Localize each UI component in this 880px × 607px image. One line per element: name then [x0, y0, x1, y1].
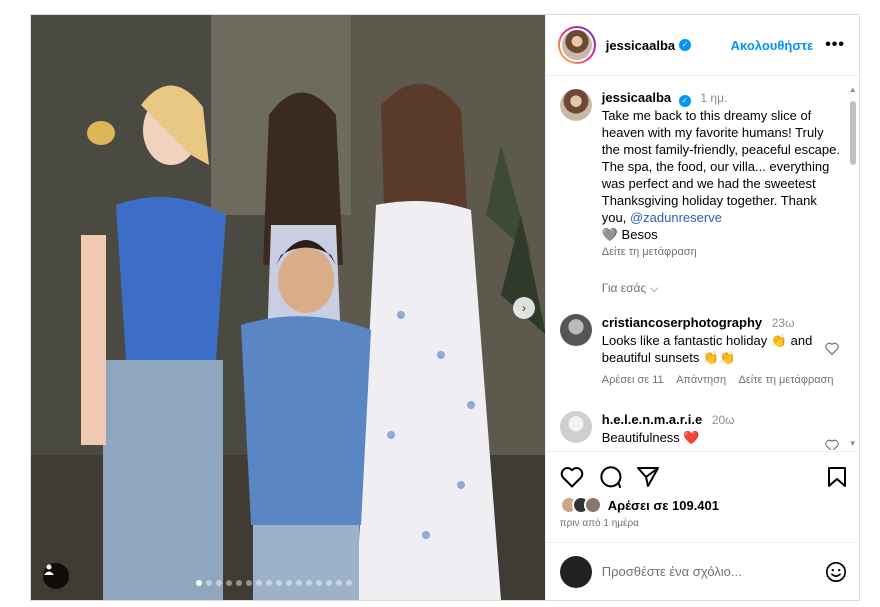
carousel-dot — [276, 580, 282, 586]
carousel-dot — [346, 580, 352, 586]
caption-translate-link[interactable]: Δείτε τη μετάφραση — [602, 244, 841, 261]
post-timestamp[interactable]: πριν από 1 ημέρα — [560, 518, 847, 529]
comment-text: Beautifulness ❤️ — [601, 430, 700, 445]
user-tag-icon — [44, 564, 54, 575]
verified-badge-icon: ✓ — [678, 95, 691, 107]
comment-input[interactable] — [601, 564, 825, 579]
comment-text: Looks like a fantastic holiday 👏 and bea… — [601, 333, 813, 365]
comment-avatar[interactable] — [559, 314, 592, 346]
comment-avatar[interactable] — [559, 411, 592, 443]
caption-text: Take me back to this dreamy slice of hea… — [601, 108, 840, 225]
caption-time[interactable]: 1 ημ. — [700, 91, 727, 105]
comment-username[interactable]: cristiancoserphotography — [602, 315, 762, 330]
verified-badge-icon: ✓ — [679, 39, 692, 51]
post-photo — [31, 15, 545, 600]
comment-item: cristiancoserphotography 23ω Looks like … — [546, 314, 861, 389]
liker-avatar — [583, 496, 602, 514]
likes-count[interactable]: Αρέσει σε 109.401 — [608, 498, 719, 513]
author-username[interactable]: jessicaalba — [606, 38, 675, 53]
post-header: jessicaalba ✓ Ακολουθήστε ••• — [545, 15, 859, 76]
carousel-dot — [326, 580, 332, 586]
comment-username[interactable]: h.e.l.e.n.m.a.r.i.e — [602, 412, 702, 427]
carousel-dot — [216, 580, 222, 586]
likes-summary[interactable]: Αρέσει σε 109.401 — [559, 496, 847, 514]
carousel-dot — [246, 580, 252, 586]
follow-button[interactable]: Ακολουθήστε — [731, 38, 814, 53]
carousel-dot — [316, 580, 322, 586]
post-actions: Αρέσει σε 109.401 πριν από 1 ημέρα — [545, 451, 861, 529]
add-comment-bar — [545, 542, 861, 600]
caption-end: 🩶 Besos — [601, 227, 658, 242]
carousel-dot — [256, 580, 262, 586]
author-avatar[interactable] — [557, 26, 596, 64]
comment-like-heart-icon[interactable] — [825, 439, 839, 450]
comment-icon[interactable] — [598, 465, 622, 489]
comment-like-heart-icon[interactable] — [825, 342, 839, 355]
carousel-dots — [196, 580, 352, 586]
scroll-thumb[interactable] — [849, 101, 856, 165]
comment-time: 23ω — [771, 316, 795, 330]
next-arrow-icon: › — [522, 301, 526, 315]
user-tag-button[interactable] — [43, 563, 69, 589]
caption-mention-link[interactable]: @zadunreserve — [630, 210, 722, 225]
post-media[interactable]: › — [31, 15, 545, 600]
for-you-sort[interactable]: Για εσάς ⌵ — [602, 281, 861, 296]
carousel-dot — [226, 580, 232, 586]
share-icon[interactable] — [636, 466, 660, 488]
more-options-icon[interactable]: ••• — [825, 36, 845, 54]
scroll-up-icon[interactable]: ▲ — [849, 85, 857, 94]
carousel-dot — [306, 580, 312, 586]
carousel-dot — [296, 580, 302, 586]
caption-avatar[interactable] — [559, 89, 592, 121]
comments-list[interactable]: jessicaalba ✓ 1 ημ. Take me back to this… — [546, 77, 861, 450]
carousel-dot — [266, 580, 272, 586]
current-user-avatar — [559, 555, 592, 588]
comment-time: 20ω — [711, 413, 735, 427]
comment-translate-link[interactable]: Δείτε τη μετάφραση — [739, 374, 834, 386]
comment-reply-button[interactable]: Απάντηση — [676, 374, 726, 386]
post-sidebar: jessicaalba ✓ Ακολουθήστε ••• jessicaalb… — [544, 15, 861, 600]
caption-username[interactable]: jessicaalba — [602, 90, 671, 105]
likers-avatars — [559, 496, 602, 514]
scroll-down-icon[interactable]: ▼ — [849, 439, 857, 448]
caption: jessicaalba ✓ 1 ημ. Take me back to this… — [546, 77, 861, 261]
carousel-dot — [236, 580, 242, 586]
comments-scrollbar[interactable]: ▲ ▼ — [848, 83, 858, 448]
carousel-dot — [336, 580, 342, 586]
post-dialog: › jessicaalba ✓ Ακολουθήστε ••• jessicaa… — [30, 14, 861, 601]
carousel-dot — [286, 580, 292, 586]
emoji-icon[interactable] — [825, 561, 847, 583]
bookmark-icon[interactable] — [827, 466, 847, 488]
comment-item: h.e.l.e.n.m.a.r.i.e 20ω Beautifulness ❤️ — [546, 411, 861, 450]
carousel-dot — [206, 580, 212, 586]
next-slide-button[interactable]: › — [513, 297, 535, 319]
carousel-dot — [196, 580, 202, 586]
heart-icon[interactable] — [560, 466, 584, 488]
comment-likes[interactable]: Αρέσει σε 11 — [602, 374, 664, 386]
